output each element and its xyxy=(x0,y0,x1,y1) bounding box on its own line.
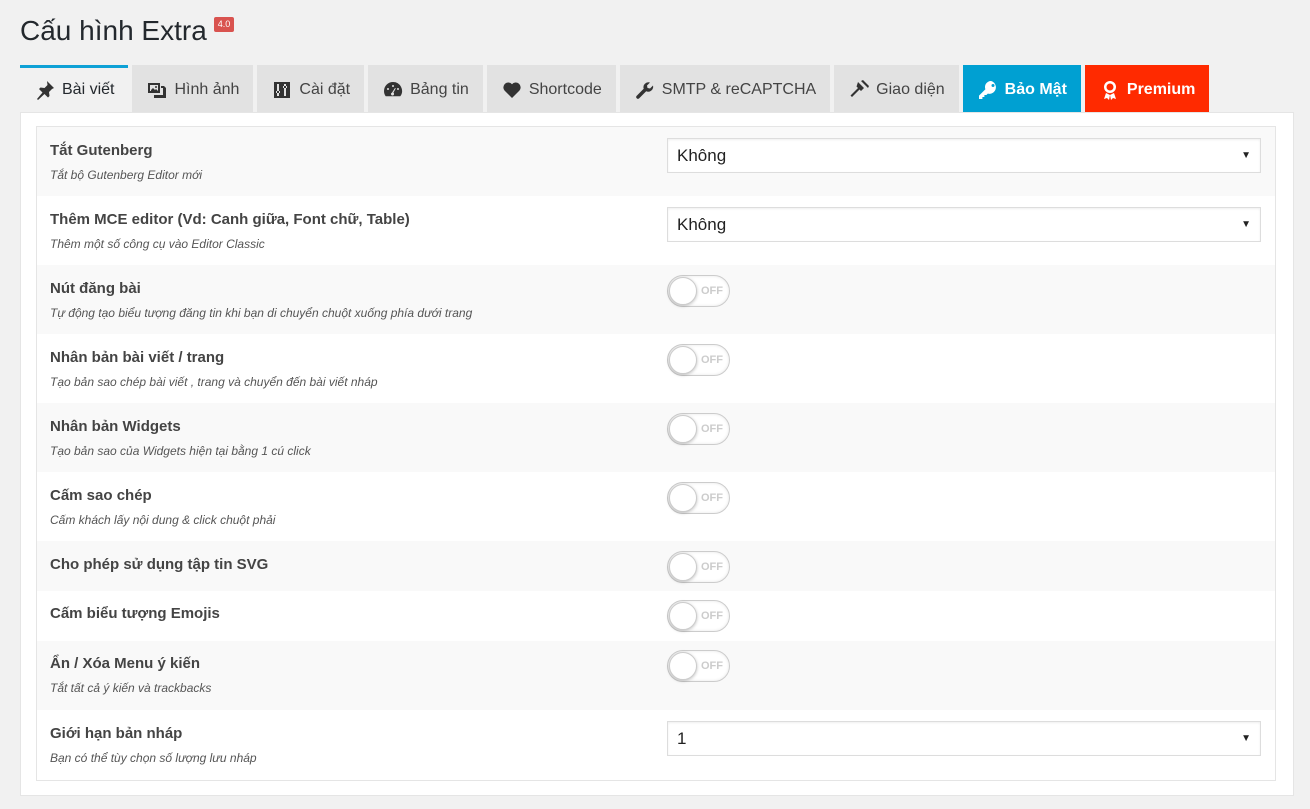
toggle-state: OFF xyxy=(701,610,723,622)
setting-description: Tắt tất cả ý kiến và trackbacks xyxy=(50,681,212,695)
nut-dang-bai-toggle[interactable]: OFF xyxy=(667,275,730,307)
toggle-state: OFF xyxy=(701,660,723,672)
setting-label: Cấm biểu tượng Emojis xyxy=(50,605,220,622)
toggle-knob xyxy=(669,415,697,443)
tab-hinh-anh[interactable]: Hình ảnh xyxy=(132,65,254,112)
toggle-state: OFF xyxy=(701,561,723,573)
sliders-icon xyxy=(271,79,293,101)
tab-bai-viet[interactable]: Bài viết xyxy=(20,65,129,112)
toggle-knob xyxy=(669,346,697,374)
images-icon xyxy=(146,79,168,101)
award-icon xyxy=(1099,79,1121,101)
setting-description: Tự động tạo biểu tượng đăng tin khi bạn … xyxy=(50,306,473,320)
tab-label: Bài viết xyxy=(62,81,115,98)
setting-label: Nhân bản Widgets xyxy=(50,418,181,435)
setting-label: Nút đăng bài xyxy=(50,280,141,297)
dropdown-arrow-icon: ▼ xyxy=(1241,219,1251,230)
setting-label: Cho phép sử dụng tập tin SVG xyxy=(50,556,269,573)
tab-label: Cài đặt xyxy=(299,81,351,98)
tab-label: Shortcode xyxy=(528,81,602,98)
dropdown-arrow-icon: ▼ xyxy=(1241,150,1251,161)
nhan-ban-widgets-toggle[interactable]: OFF xyxy=(667,413,730,445)
tab-shortcode[interactable]: Shortcode xyxy=(486,65,616,112)
dropdown-arrow-icon: ▼ xyxy=(1241,733,1251,744)
toggle-state: OFF xyxy=(701,492,723,504)
tab-cai-dat[interactable]: Cài đặt xyxy=(257,65,365,112)
setting-row-mce-editor: Thêm MCE editor (Vd: Canh giữa, Font chữ… xyxy=(37,196,1275,265)
hammer-icon xyxy=(848,79,870,101)
toggle-knob xyxy=(669,602,697,630)
tab-premium[interactable]: Premium xyxy=(1084,65,1210,112)
toggle-knob xyxy=(669,652,697,680)
toggle-knob xyxy=(669,484,697,512)
setting-row-menu-y-kien: Ẩn / Xóa Menu ý kiến Tắt tất cả ý kiến v… xyxy=(37,641,1275,710)
setting-description: Tạo bản sao chép bài viết , trang và chu… xyxy=(50,375,378,389)
tab-bang-tin[interactable]: Bảng tin xyxy=(368,65,483,112)
tat-gutenberg-select[interactable]: Không ▼ xyxy=(667,138,1261,173)
cam-sao-chep-toggle[interactable]: OFF xyxy=(667,482,730,514)
page-title: Cấu hình Extra xyxy=(20,15,207,46)
wrench-icon xyxy=(634,79,656,101)
nhan-ban-bai-viet-toggle[interactable]: OFF xyxy=(667,344,730,376)
pushpin-icon xyxy=(34,79,56,101)
svg-toggle[interactable]: OFF xyxy=(667,551,730,583)
toggle-state: OFF xyxy=(701,354,723,366)
settings-table: Tắt Gutenberg Tắt bộ Gutenberg Editor mớ… xyxy=(36,126,1276,781)
setting-row-cam-sao-chep: Cấm sao chép Cấm khách lấy nội dung & cl… xyxy=(37,472,1275,541)
setting-row-nhan-ban-widgets: Nhân bản Widgets Tạo bản sao của Widgets… xyxy=(37,403,1275,472)
setting-label: Nhân bản bài viết / trang xyxy=(50,349,225,366)
setting-label: Giới hạn bản nháp xyxy=(50,725,183,742)
emojis-toggle[interactable]: OFF xyxy=(667,600,730,632)
gioi-han-ban-nhap-select[interactable]: 1 ▼ xyxy=(667,721,1261,756)
setting-description: Tạo bản sao của Widgets hiện tại bằng 1 … xyxy=(50,444,311,458)
setting-row-nhan-ban-bai-viet: Nhân bản bài viết / trang Tạo bản sao ch… xyxy=(37,334,1275,403)
setting-row-gioi-han-ban-nhap: Giới hạn bản nháp Bạn có thể tùy chọn số… xyxy=(37,710,1275,779)
tab-bao-mat[interactable]: Bảo Mật xyxy=(962,65,1081,112)
setting-row-svg: Cho phép sử dụng tập tin SVG OFF xyxy=(37,541,1275,591)
setting-description: Thêm một số công cụ vào Editor Classic xyxy=(50,237,265,251)
setting-label: Thêm MCE editor (Vd: Canh giữa, Font chữ… xyxy=(50,211,410,228)
select-value: Không xyxy=(677,145,727,165)
setting-label: Cấm sao chép xyxy=(50,487,152,504)
page-header: Cấu hình Extra 4.0 xyxy=(20,12,235,50)
setting-row-nut-dang-bai: Nút đăng bài Tự động tạo biểu tượng đăng… xyxy=(37,265,1275,334)
toggle-knob xyxy=(669,277,697,305)
tab-label: SMTP & reCAPTCHA xyxy=(661,81,817,98)
key-icon xyxy=(977,79,999,101)
toggle-state: OFF xyxy=(701,423,723,435)
setting-description: Bạn có thể tùy chọn số lượng lưu nháp xyxy=(50,751,257,765)
setting-row-tat-gutenberg: Tắt Gutenberg Tắt bộ Gutenberg Editor mớ… xyxy=(37,127,1275,196)
settings-panel: Tắt Gutenberg Tắt bộ Gutenberg Editor mớ… xyxy=(20,112,1294,796)
tab-bar: Bài viết Hình ảnh Cài đặt Bảng tin Short… xyxy=(20,65,1213,112)
setting-label: Tắt Gutenberg xyxy=(50,142,153,159)
setting-description: Cấm khách lấy nội dung & click chuột phả… xyxy=(50,513,276,527)
tab-giao-dien[interactable]: Giao diện xyxy=(834,65,959,112)
tab-label: Hình ảnh xyxy=(174,81,240,98)
setting-description: Tắt bộ Gutenberg Editor mới xyxy=(50,168,202,182)
select-value: Không xyxy=(677,214,727,234)
dashboard-icon xyxy=(382,79,404,101)
tab-smtp-recaptcha[interactable]: SMTP & reCAPTCHA xyxy=(619,65,831,112)
setting-label: Ẩn / Xóa Menu ý kiến xyxy=(50,655,201,672)
version-badge: 4.0 xyxy=(213,17,235,32)
tab-label: Giao diện xyxy=(876,81,945,98)
setting-row-emojis: Cấm biểu tượng Emojis OFF xyxy=(37,591,1275,641)
tab-label: Premium xyxy=(1126,81,1196,98)
heart-icon xyxy=(501,79,523,101)
select-value: 1 xyxy=(677,728,687,748)
tab-label: Bảo Mật xyxy=(1004,81,1067,98)
toggle-knob xyxy=(669,553,697,581)
toggle-state: OFF xyxy=(701,285,723,297)
mce-editor-select[interactable]: Không ▼ xyxy=(667,207,1261,242)
tab-label: Bảng tin xyxy=(410,81,469,98)
menu-y-kien-toggle[interactable]: OFF xyxy=(667,650,730,682)
